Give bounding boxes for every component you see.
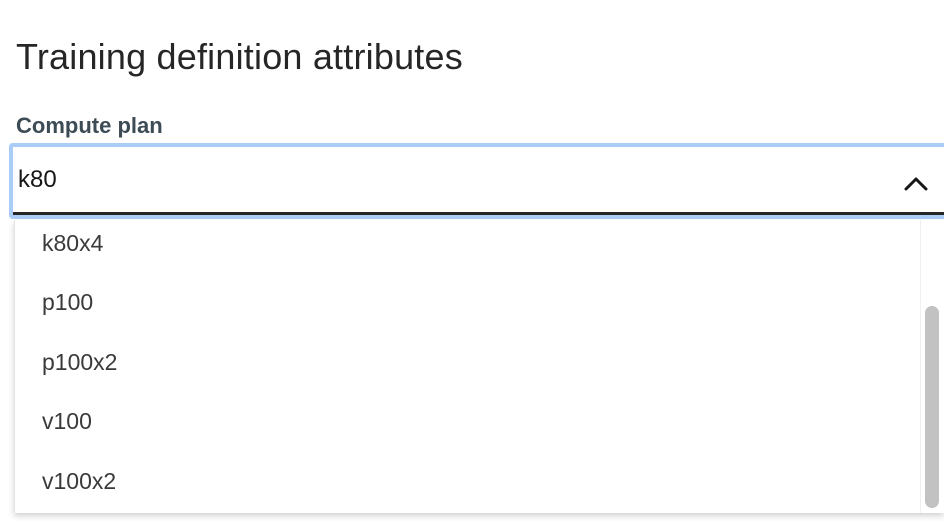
section-title: Training definition attributes [16,36,463,77]
compute-plan-dropdown-menu: k80x4 p100 p100x2 v100 v100x2 [14,220,944,513]
dropdown-scrollbar[interactable] [920,220,942,513]
option-v100[interactable]: v100 [42,408,92,435]
combobox-field[interactable] [13,147,944,215]
option-p100[interactable]: p100 [42,289,93,316]
compute-plan-input[interactable] [18,166,328,194]
scrollbar-thumb[interactable] [925,306,939,508]
option-v100x2[interactable]: v100x2 [42,468,116,495]
option-p100x2[interactable]: p100x2 [42,349,117,376]
page: Training definition attributes Compute p… [0,0,944,521]
chevron-up-icon[interactable] [902,169,930,197]
option-k80x4[interactable]: k80x4 [42,230,103,257]
compute-plan-label: Compute plan [16,113,163,138]
compute-plan-combobox[interactable] [9,143,944,219]
